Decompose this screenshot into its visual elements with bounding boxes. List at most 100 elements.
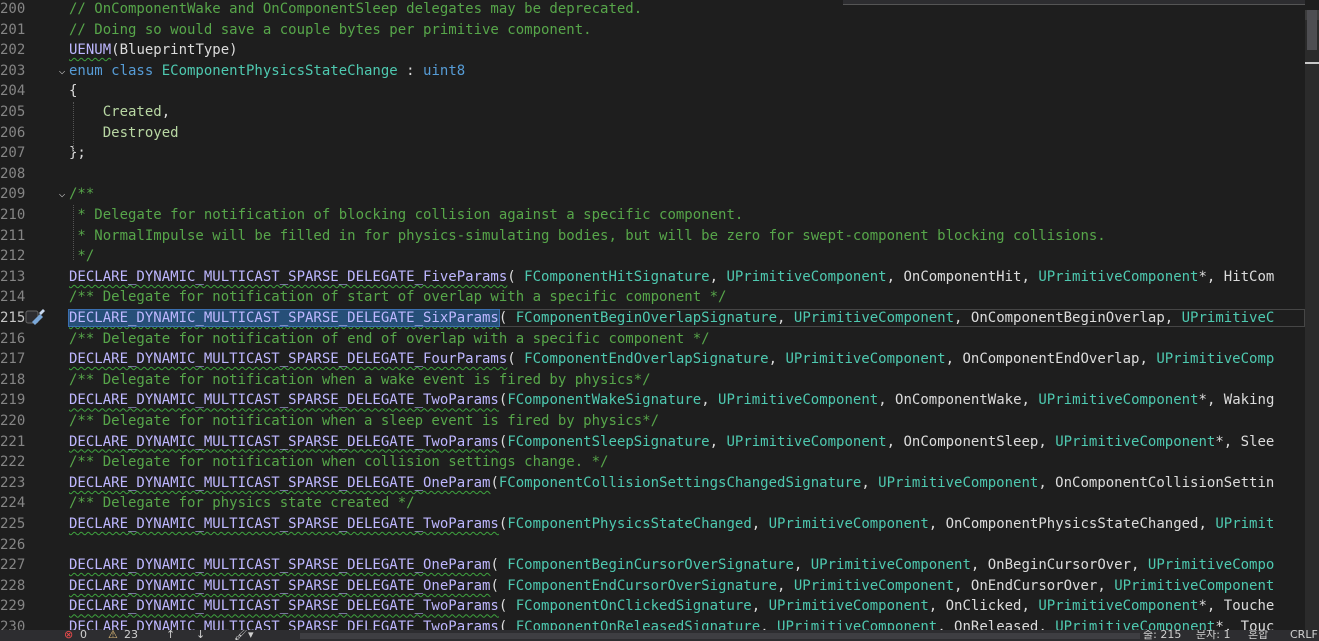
char-indicator[interactable]: 문자: 1 bbox=[1196, 630, 1230, 641]
code-token: UPrimitiveComponent bbox=[768, 598, 929, 615]
eol-indicator[interactable]: CRLF bbox=[1290, 630, 1318, 641]
arrow-down-icon[interactable]: ↓ bbox=[196, 630, 205, 641]
code-text[interactable]: // OnComponentWake and OnComponentSleep … bbox=[69, 0, 642, 20]
screwdriver-icon[interactable] bbox=[24, 308, 46, 328]
code-text[interactable]: DECLARE_DYNAMIC_MULTICAST_SPARSE_DELEGAT… bbox=[69, 576, 1274, 597]
brush-icon[interactable]: 🖌▾ bbox=[234, 630, 254, 641]
code-text[interactable]: UENUM(BlueprintType) bbox=[69, 40, 238, 61]
indent-guide bbox=[73, 102, 74, 152]
code-line[interactable]: 217 DECLARE_DYNAMIC_MULTICAST_SPARSE_DELE… bbox=[0, 349, 1305, 370]
code-token: , OnComponentWake, bbox=[878, 392, 1039, 409]
code-token: *, HitCom bbox=[1198, 268, 1275, 285]
code-text[interactable]: DECLARE_DYNAMIC_MULTICAST_SPARSE_DELEGAT… bbox=[69, 596, 1274, 617]
warning-count[interactable]: 23 bbox=[124, 630, 138, 641]
code-text[interactable]: { bbox=[69, 81, 77, 102]
code-token: DECLARE_DYNAMIC_MULTICAST_SPARSE_DELEGAT… bbox=[69, 268, 508, 285]
code-line[interactable]: 219 DECLARE_DYNAMIC_MULTICAST_SPARSE_DELE… bbox=[0, 390, 1305, 411]
code-editor[interactable]: 200 // OnComponentWake and OnComponentSle… bbox=[0, 0, 1305, 630]
code-token: , bbox=[861, 474, 879, 491]
code-line[interactable]: 206 Destroyed bbox=[0, 123, 1305, 144]
code-text[interactable]: /** Delegate for notification when colli… bbox=[69, 452, 608, 473]
code-line[interactable]: 226 bbox=[0, 535, 1305, 556]
error-count[interactable]: 0 bbox=[80, 630, 87, 641]
code-line[interactable]: 221 DECLARE_DYNAMIC_MULTICAST_SPARSE_DELE… bbox=[0, 432, 1305, 453]
code-line[interactable]: 209 ⌵/** bbox=[0, 184, 1305, 205]
code-text[interactable]: /** Delegate for notification when a sle… bbox=[69, 411, 659, 432]
code-line[interactable]: 229 DECLARE_DYNAMIC_MULTICAST_SPARSE_DELE… bbox=[0, 596, 1305, 617]
code-text[interactable]: DECLARE_DYNAMIC_MULTICAST_SPARSE_DELEGAT… bbox=[69, 349, 1274, 370]
scroll-position-marker bbox=[1305, 62, 1319, 64]
code-text[interactable]: /** Delegate for notification of end of … bbox=[69, 329, 710, 350]
code-text[interactable]: DECLARE_DYNAMIC_MULTICAST_SPARSE_DELEGAT… bbox=[69, 555, 1274, 576]
code-text[interactable]: Created, bbox=[69, 102, 170, 123]
code-token: , OnClicked, bbox=[928, 598, 1039, 615]
code-text[interactable]: /** Delegate for notification of start o… bbox=[69, 287, 726, 308]
code-line[interactable]: 228 DECLARE_DYNAMIC_MULTICAST_SPARSE_DELE… bbox=[0, 576, 1305, 597]
code-line[interactable]: 203 ⌵ enum class EComponentPhysicsStateCha… bbox=[0, 61, 1305, 82]
code-line[interactable]: 218 /** Delegate for notification when a … bbox=[0, 370, 1305, 391]
code-text[interactable]: // Doing so would save a couple bytes pe… bbox=[69, 20, 592, 41]
code-text[interactable]: DECLARE_DYNAMIC_MULTICAST_SPARSE_DELEGAT… bbox=[69, 473, 1274, 494]
code-text[interactable]: DECLARE_DYNAMIC_MULTICAST_SPARSE_DELEGAT… bbox=[69, 267, 1274, 288]
code-token: DECLARE_DYNAMIC_MULTICAST_SPARSE_DELEGAT… bbox=[69, 598, 499, 615]
code-line[interactable]: 201 // Doing so would save a couple bytes… bbox=[0, 20, 1305, 41]
code-line[interactable]: 227 DECLARE_DYNAMIC_MULTICAST_SPARSE_DELE… bbox=[0, 555, 1305, 576]
code-line[interactable]: 214 /** Delegate for notification of star… bbox=[0, 287, 1305, 308]
code-text[interactable]: /** Delegate for notification when a wak… bbox=[69, 370, 651, 391]
code-text[interactable]: Destroyed bbox=[69, 123, 179, 144]
warning-icon[interactable]: ⚠ bbox=[108, 630, 118, 641]
line-number: 221 bbox=[0, 433, 26, 450]
code-token: DECLARE_DYNAMIC_MULTICAST_SPARSE_DELEGAT… bbox=[69, 392, 499, 409]
line-number: 206 bbox=[0, 124, 26, 141]
scrollbar-thumb[interactable] bbox=[1307, 10, 1317, 50]
code-text[interactable]: }; bbox=[69, 143, 86, 164]
code-line[interactable]: 208 bbox=[0, 164, 1305, 185]
code-line[interactable]: 210 * Delegate for notification of block… bbox=[0, 205, 1305, 226]
code-token: /** Delegate for notification of end of … bbox=[69, 330, 710, 347]
code-token: /** Delegate for physics state created *… bbox=[69, 495, 415, 512]
code-line[interactable]: 225 DECLARE_DYNAMIC_MULTICAST_SPARSE_DELE… bbox=[0, 514, 1305, 535]
code-line[interactable]: 222 /** Delegate for notification when co… bbox=[0, 452, 1305, 473]
mode-indicator[interactable]: 혼합 bbox=[1248, 630, 1268, 641]
code-line[interactable]: 215 DECLARE_DYNAMIC_MULTICAST_SPARSE_DELE… bbox=[0, 308, 1305, 329]
code-line[interactable]: 223 DECLARE_DYNAMIC_MULTICAST_SPARSE_DELE… bbox=[0, 473, 1305, 494]
code-text[interactable]: DECLARE_DYNAMIC_MULTICAST_SPARSE_DELEGAT… bbox=[69, 617, 1274, 630]
code-text[interactable]: DECLARE_DYNAMIC_MULTICAST_SPARSE_DELEGAT… bbox=[69, 514, 1274, 535]
code-token: UPrimitiveComponent bbox=[793, 310, 955, 326]
code-token: ( bbox=[498, 598, 516, 615]
arrow-up-icon[interactable]: ↑ bbox=[166, 630, 175, 641]
code-text[interactable]: * NormalImpulse will be filled in for ph… bbox=[69, 226, 1105, 247]
code-text[interactable]: DECLARE_DYNAMIC_MULTICAST_SPARSE_DELEGAT… bbox=[69, 390, 1274, 411]
code-text[interactable]: * Delegate for notification of blocking … bbox=[69, 205, 743, 226]
code-line[interactable]: 220 /** Delegate for notification when a … bbox=[0, 411, 1305, 432]
line-number: 217 bbox=[0, 351, 26, 368]
code-token: FComponentPhysicsStateChanged bbox=[507, 516, 752, 532]
code-line[interactable]: 224 /** Delegate for physics state create… bbox=[0, 493, 1305, 514]
code-line[interactable]: 213 DECLARE_DYNAMIC_MULTICAST_SPARSE_DELE… bbox=[0, 267, 1305, 288]
code-line[interactable]: 216 /** Delegate for notification of end … bbox=[0, 329, 1305, 350]
code-text[interactable]: /** Delegate for physics state created *… bbox=[69, 493, 415, 514]
horizontal-scrollbar[interactable] bbox=[300, 633, 1140, 639]
code-text[interactable]: /** bbox=[69, 184, 94, 205]
code-line[interactable]: 212 */ bbox=[0, 246, 1305, 267]
code-line[interactable]: 207}; bbox=[0, 143, 1305, 164]
line-number: 204 bbox=[0, 83, 26, 100]
line-number: 222 bbox=[0, 454, 26, 471]
code-text[interactable]: DECLARE_DYNAMIC_MULTICAST_SPARSE_DELEGAT… bbox=[69, 432, 1274, 453]
line-number: 223 bbox=[0, 474, 26, 491]
line-indicator[interactable]: 줄: 215 bbox=[1143, 630, 1181, 641]
fold-chevron-icon[interactable]: ⌵ bbox=[56, 61, 68, 82]
code-text[interactable]: DECLARE_DYNAMIC_MULTICAST_SPARSE_DELEGAT… bbox=[68, 308, 1274, 329]
code-line[interactable]: 204 { bbox=[0, 81, 1305, 102]
fold-chevron-icon[interactable]: ⌵ bbox=[56, 184, 68, 205]
code-text[interactable]: enum class EComponentPhysicsStateChange … bbox=[69, 61, 465, 82]
error-icon[interactable]: ⊗ bbox=[64, 630, 73, 641]
code-token: DECLARE_DYNAMIC_MULTICAST_SPARSE_DELEGAT… bbox=[69, 516, 499, 532]
code-token: DECLARE_DYNAMIC_MULTICAST_SPARSE_DELEGAT… bbox=[69, 474, 491, 491]
line-number: 212 bbox=[0, 248, 26, 265]
code-line[interactable]: 205 Created, bbox=[0, 102, 1305, 123]
code-line[interactable]: 211 * NormalImpulse will be filled in fo… bbox=[0, 226, 1305, 247]
code-line[interactable]: 230 DECLARE_DYNAMIC_MULTICAST_SPARSE_DELE… bbox=[0, 617, 1305, 630]
code-line[interactable]: 202 UENUM(BlueprintType) bbox=[0, 40, 1305, 61]
vertical-scrollbar[interactable] bbox=[1305, 10, 1319, 630]
